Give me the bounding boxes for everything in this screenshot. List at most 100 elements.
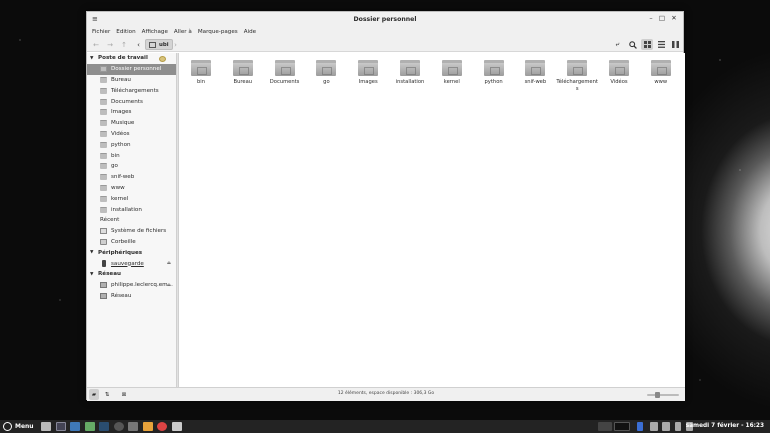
sidebar-item-label: Images bbox=[111, 109, 132, 116]
start-menu-button[interactable]: Menu bbox=[15, 423, 34, 430]
folder-item[interactable]: snif-web bbox=[514, 60, 556, 86]
sidebar-item[interactable]: Téléchargements bbox=[87, 85, 176, 96]
folder-item[interactable]: www bbox=[640, 60, 682, 86]
sidebar-item[interactable]: Récent bbox=[87, 56, 176, 226]
file-view[interactable]: bin Bureau Documents go Images installation ke… bbox=[179, 53, 685, 387]
folder-item[interactable]: Téléchargements bbox=[556, 60, 598, 92]
back-button[interactable]: ← bbox=[90, 39, 102, 50]
open-terminal-icon[interactable]: ⤶ bbox=[612, 39, 623, 50]
sidebar-section-reseau[interactable]: ▼ Réseau bbox=[87, 269, 176, 280]
minimize-button[interactable]: – bbox=[646, 14, 656, 22]
sidebar-item[interactable]: Vidéos bbox=[87, 129, 176, 140]
menu-fichier[interactable]: Fichier bbox=[89, 29, 113, 35]
icon-view-button[interactable] bbox=[641, 39, 653, 50]
folder-name: Images bbox=[358, 79, 378, 85]
sidebar-item[interactable]: Bureau bbox=[87, 75, 176, 86]
window-button-dossier-personnel[interactable] bbox=[172, 422, 182, 431]
menu-edition[interactable]: Edition bbox=[113, 29, 138, 35]
bluetooth-icon[interactable] bbox=[637, 422, 643, 431]
sidebar-item[interactable]: kernel bbox=[87, 193, 176, 204]
nvidia-launcher-icon[interactable] bbox=[85, 422, 95, 431]
network-status-icon[interactable] bbox=[662, 422, 670, 431]
chrome-launcher-icon[interactable] bbox=[157, 422, 167, 431]
clock[interactable]: samedi 7 février - 16:23 bbox=[686, 423, 764, 429]
volume-icon[interactable] bbox=[675, 422, 681, 431]
sidebar-item[interactable]: Corbeille bbox=[87, 237, 176, 248]
sidebar-item[interactable]: Musique bbox=[87, 118, 176, 129]
up-button[interactable]: ↑ bbox=[118, 39, 130, 50]
folder-item[interactable]: Vidéos bbox=[598, 60, 640, 86]
list-view-button[interactable] bbox=[656, 39, 667, 50]
folder-item[interactable]: kernel bbox=[431, 60, 473, 86]
folder-item[interactable]: Images bbox=[347, 60, 389, 86]
menu-affichage[interactable]: Affichage bbox=[139, 29, 171, 35]
section-label: Poste de travail bbox=[98, 55, 148, 62]
sidebar-item[interactable]: go bbox=[87, 161, 176, 172]
zoom-handle[interactable] bbox=[655, 392, 660, 398]
breadcrumb-home[interactable]: ubi bbox=[145, 39, 173, 50]
sidebar-item[interactable]: Système de fichiers bbox=[87, 226, 176, 237]
home-icon bbox=[100, 66, 107, 73]
crumb-previous-button[interactable]: ‹ bbox=[134, 39, 143, 50]
printer-icon[interactable] bbox=[650, 422, 658, 431]
collapse-icon: ▼ bbox=[90, 250, 94, 256]
sidebar-item-label: Bureau bbox=[111, 76, 131, 83]
folder-icon bbox=[441, 60, 462, 76]
sidebar-item-label: Téléchargements bbox=[111, 87, 159, 94]
eject-icon[interactable]: ⏏ bbox=[167, 261, 171, 266]
menu-aide[interactable]: Aide bbox=[241, 29, 259, 35]
sidebar-item-sauvegarde[interactable]: sauvegarde ⏏ bbox=[87, 258, 176, 269]
search-icon[interactable] bbox=[627, 39, 638, 50]
folder-name: snif-web bbox=[524, 79, 547, 85]
gaming-launcher-icon[interactable] bbox=[128, 422, 138, 431]
terminal-launcher-icon[interactable] bbox=[56, 422, 66, 431]
sidebar-item-label: Musique bbox=[111, 120, 135, 127]
workspace-2[interactable] bbox=[614, 422, 630, 431]
mint-logo-icon[interactable] bbox=[3, 422, 12, 431]
sidebar-item[interactable]: snif-web bbox=[87, 172, 176, 183]
collapse-icon: ▼ bbox=[90, 55, 94, 61]
eject-icon[interactable]: ⏏ bbox=[167, 283, 171, 288]
folder-icon bbox=[232, 60, 253, 76]
close-button[interactable]: ✕ bbox=[669, 14, 679, 22]
sidebar-item-label: go bbox=[111, 163, 118, 170]
sidebar-item-reseau[interactable]: Réseau bbox=[87, 291, 176, 302]
sidebar-item-label: Système de fichiers bbox=[111, 228, 167, 235]
compact-view-button[interactable] bbox=[670, 39, 681, 50]
folder-icon bbox=[100, 184, 107, 191]
folder-item[interactable]: installation bbox=[389, 60, 431, 86]
sidebar-item[interactable]: Dossier personnel bbox=[87, 63, 176, 75]
window-menu-icon[interactable]: ≡ bbox=[92, 15, 98, 23]
network-drive-icon bbox=[100, 282, 107, 289]
sidebar-item[interactable]: Images bbox=[87, 107, 176, 118]
folder-item[interactable]: Bureau bbox=[222, 60, 264, 86]
folder-name: bin bbox=[196, 79, 206, 85]
folder-item[interactable]: python bbox=[473, 60, 515, 86]
sidebar-item-label: python bbox=[111, 141, 131, 148]
sidebar-item[interactable]: python bbox=[87, 139, 176, 150]
show-desktop-icon[interactable] bbox=[41, 422, 51, 431]
crumb-next-button[interactable]: › bbox=[171, 39, 180, 50]
breadcrumb-label: ubi bbox=[159, 41, 169, 48]
folder-launcher-icon[interactable] bbox=[143, 422, 153, 431]
sidebar-item-philippe-leclercq[interactable]: philippe.leclercq.em... ⏏ bbox=[87, 280, 176, 291]
maximize-button[interactable]: □ bbox=[657, 14, 667, 22]
folder-item[interactable]: go bbox=[305, 60, 347, 86]
folder-item[interactable]: Documents bbox=[264, 60, 306, 86]
folder-item[interactable]: bin bbox=[180, 60, 222, 86]
files-launcher-icon[interactable] bbox=[70, 422, 80, 431]
file-manager-window: ≡ Dossier personnel – □ ✕ Fichier Editio… bbox=[86, 11, 685, 401]
workspace-1[interactable] bbox=[598, 422, 612, 431]
folder-icon bbox=[100, 98, 107, 105]
zoom-slider[interactable] bbox=[647, 392, 679, 398]
forward-button[interactable]: → bbox=[104, 39, 116, 50]
sidebar-section-peripheriques[interactable]: ▼ Périphériques bbox=[87, 247, 176, 258]
menu-marque-pages[interactable]: Marque-pages bbox=[195, 29, 241, 35]
menu-aller-a[interactable]: Aller à bbox=[171, 29, 195, 35]
settings-launcher-icon[interactable] bbox=[114, 422, 124, 431]
steam-launcher-icon[interactable] bbox=[99, 422, 109, 431]
sidebar-item[interactable]: bin bbox=[87, 150, 176, 161]
sidebar-item[interactable]: www bbox=[87, 183, 176, 194]
sidebar-item[interactable]: installation bbox=[87, 204, 176, 215]
sidebar-item[interactable]: Documents bbox=[87, 96, 176, 107]
